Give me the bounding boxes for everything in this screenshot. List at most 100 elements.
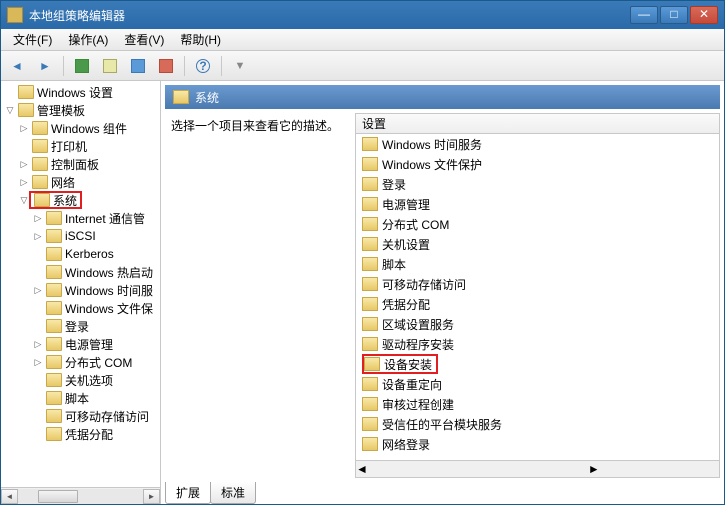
- content-pane: 系统 选择一个项目来查看它的描述。 设置 Windows 时间服务Windows…: [161, 81, 724, 504]
- scroll-left-button[interactable]: ◄: [1, 489, 18, 504]
- tree-item-label: Windows 文件保: [65, 300, 153, 317]
- folder-icon: [46, 391, 62, 405]
- maximize-button[interactable]: □: [660, 6, 688, 24]
- help-button[interactable]: [191, 54, 215, 78]
- folder-icon: [32, 157, 48, 171]
- list-item-label: 设备安装: [384, 356, 432, 373]
- tree-item-internet-comm[interactable]: Internet 通信管: [1, 209, 160, 227]
- up-button[interactable]: [70, 54, 94, 78]
- list-item-label: 区域设置服务: [382, 316, 454, 333]
- scroll-thumb[interactable]: [38, 490, 78, 503]
- tree-item-windows-time[interactable]: Windows 时间服: [1, 281, 160, 299]
- expander-icon[interactable]: [5, 105, 15, 116]
- list-item[interactable]: 网络登录: [356, 434, 719, 454]
- tree-item-label: Windows 组件: [51, 120, 127, 137]
- tree-item-dcom[interactable]: 分布式 COM: [1, 353, 160, 371]
- close-button[interactable]: ✕: [690, 6, 718, 24]
- list-item-label: Windows 时间服务: [382, 136, 482, 153]
- list-item[interactable]: 登录: [356, 174, 719, 194]
- list-item[interactable]: 电源管理: [356, 194, 719, 214]
- tree-item-iscsi[interactable]: iSCSI: [1, 227, 160, 245]
- list-item[interactable]: 关机设置: [356, 234, 719, 254]
- expander-icon[interactable]: [33, 357, 43, 368]
- minimize-button[interactable]: —: [630, 6, 658, 24]
- list-item[interactable]: Windows 文件保护: [356, 154, 719, 174]
- folder-icon: [46, 229, 62, 243]
- list-item[interactable]: 审核过程创建: [356, 394, 719, 414]
- folder-icon: [34, 193, 50, 207]
- tree-item-network[interactable]: 网络: [1, 173, 160, 191]
- tree-item-power-mgmt[interactable]: 电源管理: [1, 335, 160, 353]
- scroll-track[interactable]: [18, 489, 143, 504]
- tree-item-cred-deleg[interactable]: 凭据分配: [1, 425, 160, 443]
- tree-item-printers[interactable]: 打印机: [1, 137, 160, 155]
- folder-icon: [32, 139, 48, 153]
- list-header[interactable]: 设置: [356, 114, 719, 134]
- tab-extended[interactable]: 扩展: [165, 482, 211, 504]
- list-item[interactable]: 分布式 COM: [356, 214, 719, 234]
- list-item-label: 可移动存储访问: [382, 276, 466, 293]
- list-item-label: 受信任的平台模块服务: [382, 416, 502, 433]
- tree-hscrollbar[interactable]: ◄ ►: [1, 487, 160, 504]
- export-button[interactable]: [126, 54, 150, 78]
- folder-icon: [362, 257, 378, 271]
- tree-item-shutdown-opts[interactable]: 关机选项: [1, 371, 160, 389]
- expander-icon[interactable]: [33, 285, 43, 296]
- expander-icon[interactable]: [19, 159, 29, 170]
- forward-button[interactable]: [33, 54, 57, 78]
- tree[interactable]: Windows 设置管理模板Windows 组件打印机控制面板网络系统Inter…: [1, 81, 160, 487]
- tree-item-windows-file-prot[interactable]: Windows 文件保: [1, 299, 160, 317]
- list-item[interactable]: 设备安装: [356, 354, 719, 374]
- folder-icon: [18, 103, 34, 117]
- back-button[interactable]: [5, 54, 29, 78]
- tree-item-admin-templates[interactable]: 管理模板: [1, 101, 160, 119]
- tree-item-scripts[interactable]: 脚本: [1, 389, 160, 407]
- expander-icon[interactable]: [19, 177, 29, 188]
- toolbar-separator: [184, 56, 185, 76]
- delete-button[interactable]: [154, 54, 178, 78]
- list-item-label: 脚本: [382, 256, 406, 273]
- folder-icon: [362, 277, 378, 291]
- folder-icon: [46, 265, 62, 279]
- menu-help[interactable]: 帮助(H): [172, 29, 229, 50]
- folder-icon: [46, 355, 62, 369]
- list-item[interactable]: 凭据分配: [356, 294, 719, 314]
- menu-view[interactable]: 查看(V): [116, 29, 172, 50]
- list-item[interactable]: 脚本: [356, 254, 719, 274]
- scroll-right-button[interactable]: ►: [143, 489, 160, 504]
- expander-icon[interactable]: [19, 123, 29, 134]
- tree-item-system[interactable]: 系统: [1, 191, 160, 209]
- list-hscrollbar[interactable]: ◄ ►: [356, 460, 719, 477]
- tree-item-windows-components[interactable]: Windows 组件: [1, 119, 160, 137]
- tree-item-removable-storage[interactable]: 可移动存储访问: [1, 407, 160, 425]
- titlebar[interactable]: 本地组策略编辑器 — □ ✕: [1, 1, 724, 29]
- list-item[interactable]: 受信任的平台模块服务: [356, 414, 719, 434]
- list-item[interactable]: 设备重定向: [356, 374, 719, 394]
- tab-standard[interactable]: 标准: [210, 482, 256, 504]
- expander-icon[interactable]: [19, 195, 29, 206]
- gpedit-window: 本地组策略编辑器 — □ ✕ 文件(F) 操作(A) 查看(V) 帮助(H) W…: [0, 0, 725, 505]
- scroll-right-button[interactable]: ►: [588, 462, 600, 476]
- list-item[interactable]: 可移动存储访问: [356, 274, 719, 294]
- properties-button[interactable]: [98, 54, 122, 78]
- expander-icon[interactable]: [33, 231, 43, 242]
- menu-action[interactable]: 操作(A): [60, 29, 116, 50]
- filter-button[interactable]: [228, 54, 252, 78]
- expander-icon[interactable]: [33, 339, 43, 350]
- content-header-label: 系统: [195, 89, 219, 106]
- expander-icon[interactable]: [33, 213, 43, 224]
- list-body[interactable]: Windows 时间服务Windows 文件保护登录电源管理分布式 COM关机设…: [356, 134, 719, 460]
- tree-item-windows-hotstart[interactable]: Windows 热启动: [1, 263, 160, 281]
- content-header: 系统: [165, 85, 720, 109]
- scroll-left-button[interactable]: ◄: [356, 462, 368, 476]
- tree-item-kerberos[interactable]: Kerberos: [1, 245, 160, 263]
- tree-item-logon[interactable]: 登录: [1, 317, 160, 335]
- list-item[interactable]: Windows 时间服务: [356, 134, 719, 154]
- menu-file[interactable]: 文件(F): [5, 29, 60, 50]
- tree-item-windows-settings[interactable]: Windows 设置: [1, 83, 160, 101]
- tree-item-control-panel[interactable]: 控制面板: [1, 155, 160, 173]
- folder-icon: [46, 319, 62, 333]
- folder-icon: [46, 409, 62, 423]
- list-item[interactable]: 区域设置服务: [356, 314, 719, 334]
- list-item[interactable]: 驱动程序安装: [356, 334, 719, 354]
